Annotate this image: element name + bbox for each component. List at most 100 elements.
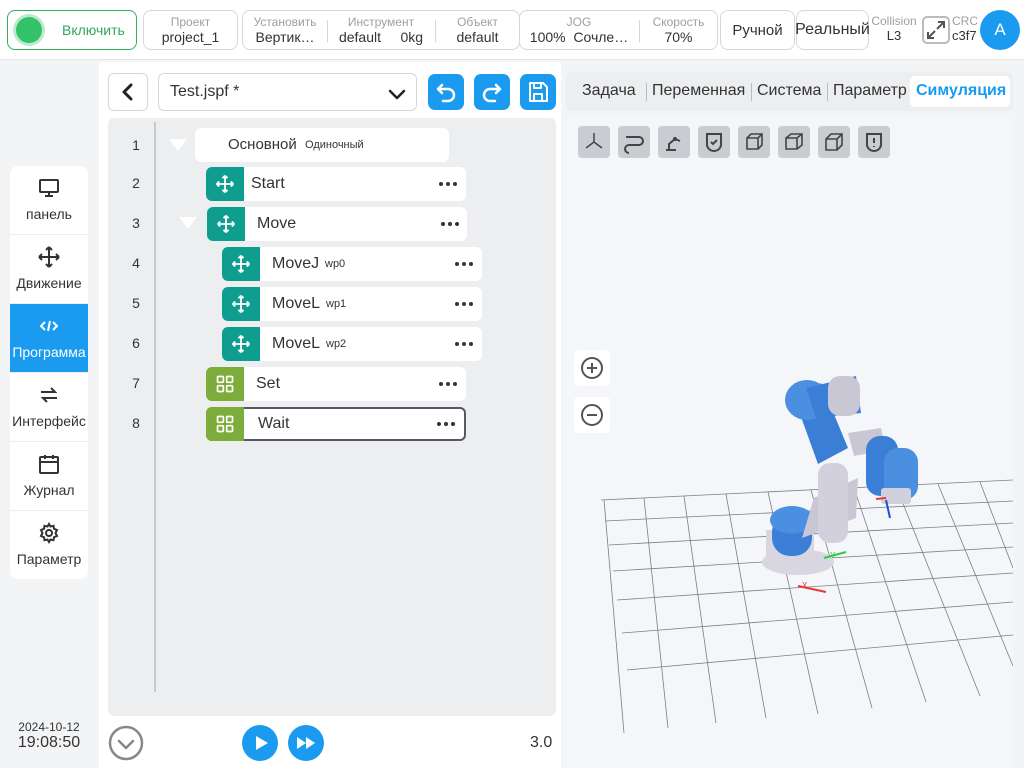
tree-node-set[interactable]: Set	[206, 367, 466, 401]
side-nav: панель Движение Программа Интерфейс Журн…	[10, 166, 88, 579]
nav-item-interface[interactable]: Интерфейс	[10, 373, 88, 442]
status-time: 19:08:50	[17, 734, 81, 751]
line-number: 2	[132, 175, 140, 191]
step-forward-button[interactable]	[288, 725, 324, 761]
more-options-icon[interactable]	[453, 295, 475, 313]
object-value: default	[456, 29, 499, 45]
shield-check-icon	[705, 133, 723, 153]
speed-label: Скорость	[652, 15, 705, 29]
tree-guide-line	[154, 122, 156, 692]
nav-label-motion: Движение	[16, 275, 82, 291]
node-name: Start	[251, 175, 285, 192]
avatar-letter: A	[994, 20, 1006, 39]
project-selector[interactable]: Проект project_1	[143, 10, 238, 50]
tree-node-wait[interactable]: Wait	[206, 407, 466, 441]
jog-selector[interactable]: JOG 100% Сочле…	[520, 11, 638, 49]
tree-node-movej[interactable]: MoveJ wp0	[222, 247, 482, 281]
code-icon	[39, 320, 59, 332]
user-avatar[interactable]: A	[980, 10, 1020, 50]
move-icon	[232, 295, 250, 313]
floor-grid: Y X	[600, 376, 1013, 734]
node-name: Основной	[228, 136, 297, 153]
line-number: 1	[132, 137, 140, 153]
collapse-triangle-icon[interactable]	[179, 217, 197, 229]
zoom-out-icon	[581, 404, 603, 426]
view-cube-side-button[interactable]	[778, 126, 810, 158]
install-value: Вертик…	[255, 29, 315, 45]
more-options-icon[interactable]	[439, 215, 461, 233]
more-options-icon[interactable]	[453, 335, 475, 353]
view-path-button[interactable]	[618, 126, 650, 158]
real-mode-button[interactable]: Реальный	[795, 10, 870, 50]
nav-label-interface: Интерфейс	[12, 413, 86, 429]
node-name: Set	[256, 375, 281, 392]
manual-mode-button[interactable]: Ручной	[720, 10, 795, 50]
tab-system[interactable]: Система	[757, 82, 821, 100]
speed-value: 70%	[664, 29, 693, 45]
view-cube-front-button[interactable]	[738, 126, 770, 158]
axis-view-icon	[585, 133, 603, 149]
collapse-triangle-icon[interactable]	[169, 139, 187, 151]
nav-item-journal[interactable]: Журнал	[10, 442, 88, 511]
simulation-viewport[interactable]: Y X	[566, 118, 1013, 768]
more-options-icon[interactable]	[453, 255, 475, 273]
node-waypoint: wp1	[326, 298, 347, 310]
redo-icon	[482, 83, 502, 103]
crc-label: CRC	[952, 14, 978, 28]
nav-label-parameter: Параметр	[16, 551, 82, 567]
tool-value: default	[338, 29, 381, 45]
zoom-out-button[interactable]	[574, 397, 610, 433]
tree-node-main[interactable]: Основной Одиночный	[195, 128, 449, 162]
nav-item-motion[interactable]: Движение	[10, 235, 88, 304]
nav-item-parameter[interactable]: Параметр	[10, 511, 88, 579]
node-name: Wait	[258, 415, 290, 432]
chevron-left-icon	[122, 83, 133, 101]
save-button[interactable]	[520, 74, 556, 110]
nav-item-program[interactable]: Программа	[10, 304, 88, 373]
nav-item-panel[interactable]: панель	[10, 166, 88, 235]
undo-button[interactable]	[428, 74, 464, 110]
install-selector[interactable]: Установить Вертик…	[243, 11, 327, 49]
program-file-select[interactable]: Test.jspf *	[158, 73, 417, 111]
tree-node-movel[interactable]: MoveL wp1	[222, 287, 482, 321]
tool-weight: 0kg	[400, 29, 424, 45]
tab-simulation[interactable]: Симуляция	[916, 82, 1006, 100]
tab-variable[interactable]: Переменная	[652, 82, 745, 100]
power-on-label: Включить	[62, 22, 125, 38]
object-selector[interactable]: Объект default	[436, 11, 519, 49]
tree-node-start[interactable]: Start	[206, 167, 466, 201]
collision-level[interactable]: Collision L3	[870, 14, 918, 44]
power-on-button[interactable]: Включить	[7, 10, 137, 50]
view-cube-top-button[interactable]	[818, 126, 850, 158]
jog-label: JOG	[566, 15, 592, 29]
collapse-panel-button[interactable]	[108, 725, 144, 761]
more-options-icon[interactable]	[435, 415, 457, 433]
undo-icon	[436, 83, 456, 103]
zoom-in-button[interactable]	[574, 350, 610, 386]
redo-button[interactable]	[474, 74, 510, 110]
tab-parameter[interactable]: Параметр	[833, 82, 907, 100]
nav-label-journal: Журнал	[23, 482, 75, 498]
tree-node-movel[interactable]: MoveL wp2	[222, 327, 482, 361]
more-options-icon[interactable]	[437, 175, 459, 193]
more-options-icon[interactable]	[437, 375, 459, 393]
line-number: 4	[132, 255, 140, 271]
speed-selector[interactable]: Скорость 70%	[640, 11, 717, 49]
project-label: Проект	[170, 15, 211, 29]
back-button[interactable]	[108, 73, 148, 111]
expand-icon[interactable]	[921, 15, 951, 45]
x-axis-label: X	[802, 581, 808, 590]
node-waypoint: wp2	[326, 338, 347, 350]
tree-node-move[interactable]: Move	[207, 207, 467, 241]
play-button[interactable]	[242, 725, 278, 761]
node-name: MoveL	[272, 335, 321, 352]
move-icon	[217, 215, 235, 233]
monitor-icon	[39, 179, 59, 197]
view-robot-button[interactable]	[658, 126, 690, 158]
play-icon	[242, 725, 278, 761]
tool-selector[interactable]: Инструмент default 0kg	[328, 11, 434, 49]
tab-task[interactable]: Задача	[582, 82, 636, 100]
view-safety-button[interactable]	[698, 126, 730, 158]
view-axis-button[interactable]	[578, 126, 610, 158]
view-warning-button[interactable]	[858, 126, 890, 158]
